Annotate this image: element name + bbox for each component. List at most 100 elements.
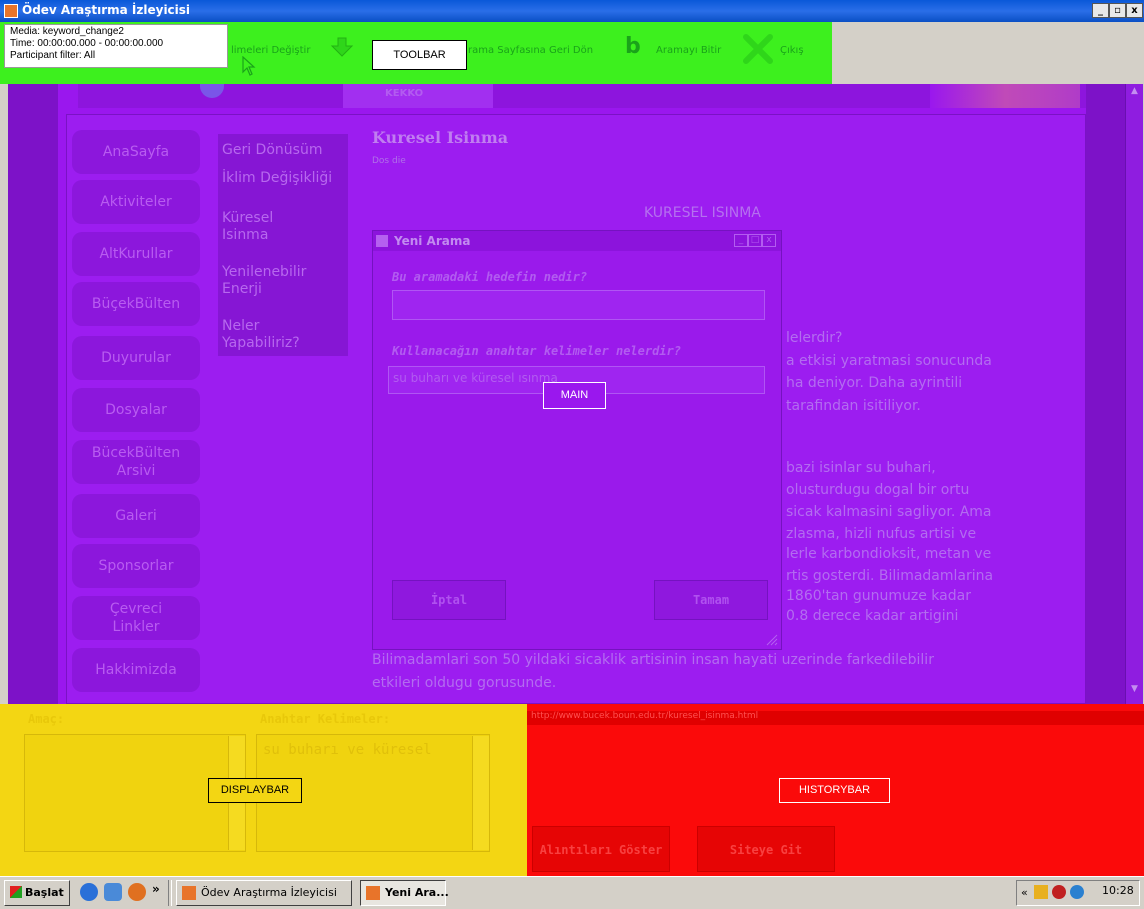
show-quotes-button[interactable]: Alıntıları Göster [532,826,670,872]
finish-search-icon[interactable]: b [625,34,641,59]
dialog-close-button[interactable]: x [762,234,776,247]
sub-nav-renewable-energy-line1: Yenilenebilir [222,264,307,280]
article-line: a etkisi yaratmasi sonucunda [786,353,992,369]
mouse-cursor-icon [242,56,256,76]
article-heading: KURESEL ISINMA [644,205,761,221]
scroll-up-icon[interactable]: ▲ [1128,86,1141,100]
article-line: lerle karbondioksit, metan ve [786,546,992,562]
keywords-label: Anahtar Kelimeler: [260,712,391,726]
maximize-button[interactable]: ▫ [1109,3,1126,18]
go-to-site-button[interactable]: Siteye Git [697,826,835,872]
dialog-app-icon [376,235,388,247]
odev-tracker-icon [182,886,196,900]
nav-sponsors[interactable]: Sponsorlar [72,544,200,588]
article-line: lelerdir? [786,330,843,346]
main-aoi-label: MAIN [543,382,606,409]
media-name: Media: keyword_change2 [10,26,124,37]
app-icon [4,4,18,18]
nav-announcements[interactable]: Duyurular [72,336,200,380]
article-line: ha deniyor. Daha ayrintili [786,375,963,391]
dialog-minimize-button[interactable]: _ [734,234,748,247]
back-to-search-button[interactable]: rama Sayfasına Geri Dön [468,45,593,56]
nav-home[interactable]: AnaSayfa [72,130,200,174]
nav-files[interactable]: Dosyalar [72,388,200,432]
tray-update-icon[interactable] [1070,885,1084,899]
nav-subcommittees[interactable]: AltKurullar [72,232,200,276]
goal-question-label: Bu aramadaki hedefin nedir? [392,270,588,284]
goal-input[interactable] [392,290,765,320]
sub-nav-what-can-we-do[interactable]: Neler Yapabiliriz? [222,318,346,352]
article-line: tarafindan isitiliyor. [786,398,921,414]
more-chevron-icon[interactable]: » [152,882,160,896]
minimize-button[interactable]: _ [1092,3,1109,18]
media-time: Time: 00:00:00.000 - 00:00:00.000 [10,38,164,49]
internet-explorer-icon[interactable] [80,883,98,901]
change-keywords-button[interactable]: limeleri Değiştir [231,45,310,56]
history-url[interactable]: http://www.bucek.boun.edu.tr/kuresel_isi… [531,711,758,721]
keywords-scrollbar[interactable] [472,736,489,850]
page-scrollbar[interactable]: ▲ ▼ [1125,84,1143,704]
page-subtitle: Dos die [372,156,406,166]
sub-nav-climate-change[interactable]: İklim Değişikliği [222,170,346,187]
sub-nav-global-warming[interactable]: Küresel Isinma [222,210,346,244]
sub-nav-recycling[interactable]: Geri Dönüsüm [222,142,346,159]
dialog-maximize-button[interactable]: □ [748,234,762,247]
history-url-row[interactable]: http://www.bucek.boun.edu.tr/kuresel_isi… [527,711,1144,725]
keywords-value: su buharı ve küresel [263,742,432,758]
article-line: olusturdugu dogal bir ortu [786,482,970,498]
nav-bulletin[interactable]: BüçekBülten [72,282,200,326]
exit-button[interactable]: Çıkış [780,45,804,56]
participant-filter: Participant filter: All [10,50,96,61]
cancel-button[interactable]: İptal [392,580,506,620]
clock: 10:28 [1102,884,1134,897]
close-button[interactable]: x [1126,3,1143,18]
new-search-task-icon [366,886,380,900]
nav-eco-links-line2: Linkler [112,619,160,635]
back-arrow-icon[interactable] [330,34,354,60]
sub-nav-renewable-energy[interactable]: Yenilenebilir Enerji [222,264,346,298]
nav-about[interactable]: Hakkimizda [72,648,200,692]
article-line: zlasma, hizli nufus artisi ve [786,526,977,542]
site-header-tab[interactable]: KEKKO [343,84,493,108]
article-line: bazi isinlar su buhari, [786,460,936,476]
nav-eco-links[interactable]: Çevreci Linkler [72,596,200,640]
article-footer-line: Bilimadamlari son 50 yildaki sicaklik ar… [372,652,934,668]
tray-security-icon[interactable] [1052,885,1066,899]
task-odev-tracker[interactable]: Ödev Araştırma İzleyicisi [176,880,352,906]
sub-nav-what-can-we-do-line2: Yapabiliriz? [222,335,300,351]
nav-bulletin-archive-line1: BücekBülten [91,445,181,461]
window-title: Ödev Araştırma İzleyicisi [22,3,191,17]
quick-launch-icon[interactable] [104,883,122,901]
sub-nav-renewable-energy-line2: Enerji [222,281,262,297]
finish-search-button[interactable]: Aramayı Bitir [656,45,721,56]
page-title: Kuresel Isinma [372,128,509,147]
sub-nav-global-warming-line1: Küresel [222,210,274,226]
nav-bulletin-archive-line2: Arsivi [116,463,156,479]
keywords-question-label: Kullanacağın anahtar kelimeler nelerdir? [392,344,681,358]
article-line: 1860'tan gunumuze kadar [786,588,971,604]
firefox-icon[interactable] [128,883,146,901]
purpose-label: Amaç: [28,712,65,726]
exit-x-icon[interactable] [742,33,774,65]
window-titlebar: Ödev Araştırma İzleyicisi _ ▫ x [0,0,1144,22]
media-info-box: Media: keyword_change2 Time: 00:00:00.00… [4,24,228,68]
tray-network-icon[interactable] [1034,885,1048,899]
article-line: sicak kalmasini sagliyor. Ama [786,504,992,520]
nav-eco-links-line1: Çevreci [109,601,163,617]
article-line: 0.8 derece kadar artigini [786,608,959,624]
toolbar-aoi-label: TOOLBAR [372,40,467,70]
displaybar-aoi-label: DISPLAYBAR [208,778,302,803]
ok-button[interactable]: Tamam [654,580,768,620]
header-flower-image [930,84,1080,108]
page-margin-left [8,84,58,704]
nav-gallery[interactable]: Galeri [72,494,200,538]
scroll-down-icon[interactable]: ▼ [1128,684,1141,698]
tray-expand-icon[interactable]: « [1021,886,1028,899]
nav-bulletin-archive[interactable]: BücekBülten Arsivi [72,440,200,484]
sub-nav-global-warming-line2: Isinma [222,227,269,243]
article-line: rtis gosterdi. Bilimadamlarina [786,568,994,584]
nav-activities[interactable]: Aktiviteler [72,180,200,224]
resize-grip-icon[interactable] [766,634,778,646]
sub-nav-what-can-we-do-line1: Neler [222,318,260,334]
taskbar-divider [168,880,172,906]
